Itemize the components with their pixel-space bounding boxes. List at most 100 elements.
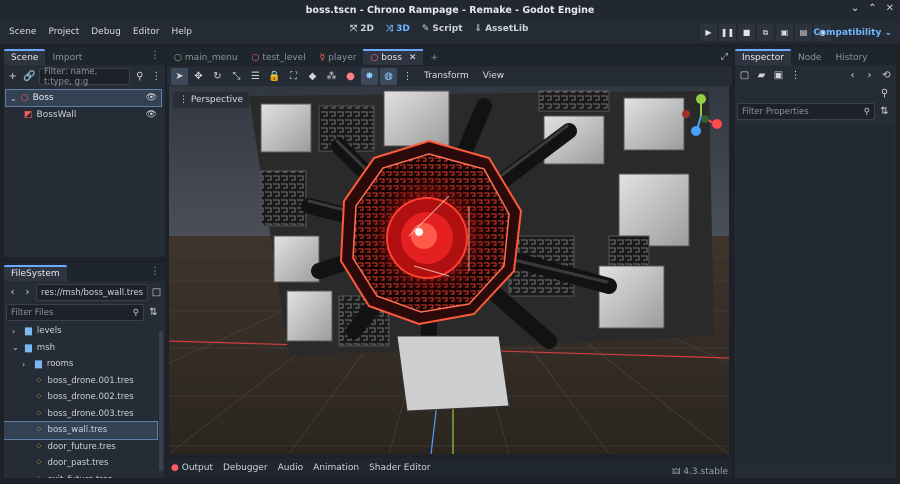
file-item[interactable]: ⁘ boss_wall.tres [4,421,158,440]
play-icon[interactable]: ▶ [700,24,717,41]
tab-test-level[interactable]: ○ test_level [245,51,313,65]
forward-icon[interactable]: › [862,68,877,83]
sun-preview-icon[interactable]: ● [342,68,359,85]
chevron-right-icon[interactable]: › [22,360,30,369]
file-item[interactable]: ⁘ boss_drone.002.tres [4,389,157,406]
open-resource-icon[interactable]: ▰ [754,68,769,83]
folder-item[interactable]: ⌄ ▆ msh [4,340,157,357]
object-properties-icon[interactable]: ⚲ [877,86,892,101]
play-scene-icon[interactable]: ▣ [776,24,793,41]
filter-properties-input[interactable]: Filter Properties ⚲ [737,103,875,120]
pause-icon[interactable]: ❚❚ [719,24,736,41]
3d-viewport[interactable]: ⋮ Perspective [169,86,729,454]
folder-item[interactable]: › ▆ levels [4,323,157,340]
stop-icon[interactable]: ■ [738,24,755,41]
instance-scene-icon[interactable]: 🔗 [23,69,37,84]
menu-editor[interactable]: Editor [127,27,166,37]
tab-debugger[interactable]: Debugger [223,463,268,473]
file-item[interactable]: ⁘ boss_drone.003.tres [4,406,157,423]
chevron-down-icon[interactable]: ⌄ [12,343,20,352]
menu-project[interactable]: Project [42,27,85,37]
scrollbar[interactable] [159,331,163,471]
new-resource-icon[interactable]: ▢ [737,68,752,83]
file-item[interactable]: ⁘ boss_drone.001.tres [4,373,157,390]
distraction-free-icon[interactable]: ⤢ [721,52,728,62]
tab-history[interactable]: History [828,51,874,65]
file-item[interactable]: ⁘ exit_future.tres [4,472,157,478]
move-tool-icon[interactable]: ✥ [190,68,207,85]
visibility-eye-icon[interactable]: 👁 [146,93,157,103]
tab-output[interactable]: ● Output [171,463,213,473]
tab-player[interactable]: ☿ player [313,51,364,65]
filesystem-filter-bar: Filter Files ⚲ ⇅ [4,304,165,323]
local-space-icon[interactable]: ◆ [304,68,321,85]
menu-help[interactable]: Help [166,27,199,37]
menu-scene[interactable]: Scene [3,27,42,37]
play-custom-icon[interactable]: ▤ [795,24,812,41]
version-label: 🜲 4.3.stable [672,467,728,477]
close-tab-icon[interactable]: ✕ [409,53,417,63]
tab-animation[interactable]: Animation [313,463,359,473]
dock-menu-icon[interactable]: ⋮ [150,50,160,61]
tab-audio[interactable]: Audio [278,463,304,473]
close-icon[interactable]: ✕ [886,3,894,14]
folder-item[interactable]: › ▆ rooms [4,356,157,373]
tab-main-menu[interactable]: ○ main_menu [167,51,245,65]
property-options-icon[interactable]: ⇅ [877,104,892,119]
view-menu[interactable]: View [477,71,510,81]
tab-import[interactable]: Import [45,51,89,65]
mode-assetlib-button[interactable]: ⇩ AssetLib [475,24,529,34]
mode-script-button[interactable]: ✎ Script [422,24,463,34]
pillar-mesh [396,335,510,412]
save-resource-icon[interactable]: ▣ [771,68,786,83]
back-icon[interactable]: ‹ [845,68,860,83]
select-tool-icon[interactable]: ➤ [171,67,188,85]
transform-menu[interactable]: Transform [418,71,475,81]
split-mode-icon[interactable]: □ [150,285,163,300]
remote-debug-icon[interactable]: ⧉ [757,24,774,41]
sort-icon[interactable]: ⇅ [146,305,161,320]
resource-options-icon[interactable]: ⋮ [788,68,803,83]
menu-debug[interactable]: Debug [85,27,127,37]
dock-menu-icon[interactable]: ⋮ [150,266,160,277]
path-field[interactable]: res://msh/boss_wall.tres [36,284,148,301]
collapse-arrow-icon[interactable]: ⌄ [10,94,17,103]
list-select-icon[interactable]: ☰ [247,68,264,85]
add-tab-button[interactable]: + [423,51,445,65]
mode-2d-button[interactable]: ⤧ 2D [350,24,374,34]
perspective-menu[interactable]: ⋮ Perspective [173,92,249,108]
filter-files-input[interactable]: Filter Files ⚲ [6,304,144,321]
file-label: boss_wall.tres [47,425,108,436]
file-item[interactable]: ⁘ door_past.tres [4,455,157,472]
world-preview-icon[interactable]: ◍ [380,67,397,85]
scene-filter-input[interactable]: Filter: name, t:type, g:g [39,67,130,87]
tab-boss[interactable]: ○ boss ✕ [363,49,424,65]
history-icon[interactable]: ⟲ [879,68,894,83]
scale-tool-icon[interactable]: ⤡ [228,68,245,85]
tab-scene[interactable]: Scene [4,49,46,65]
group-icon[interactable]: ⛶ [285,68,302,85]
back-icon[interactable]: ‹ [6,285,19,300]
tab-node[interactable]: Node [791,51,829,65]
lock-icon[interactable]: 🔒 [266,68,283,85]
snap-icon[interactable]: ⁂ [323,68,340,85]
renderer-select[interactable]: Compatibility ⌄ [813,28,892,38]
tab-filesystem[interactable]: FileSystem [4,265,67,281]
viewport-options-icon[interactable]: ⋮ [399,68,416,85]
scene-options-icon[interactable]: ⋮ [150,69,164,84]
minimize-icon[interactable]: ⌄ [851,3,859,14]
tree-node-bosswall[interactable]: ◩ BossWall 👁 [4,107,165,123]
visibility-eye-icon[interactable]: 👁 [146,110,157,120]
environment-preview-icon[interactable]: ✸ [361,67,378,85]
tab-inspector[interactable]: Inspector [735,49,791,65]
rotate-tool-icon[interactable]: ↻ [209,68,226,85]
file-item[interactable]: ⁘ door_future.tres [4,439,157,456]
forward-icon[interactable]: › [21,285,34,300]
tree-node-boss[interactable]: ⌄ ○ Boss 👁 [5,89,162,107]
mode-3d-button[interactable]: ⤨ 3D [386,24,410,34]
search-icon[interactable]: ⚲ [133,69,147,84]
chevron-right-icon[interactable]: › [12,327,20,336]
add-node-icon[interactable]: + [6,69,20,84]
tab-shader-editor[interactable]: Shader Editor [369,463,430,473]
maximize-icon[interactable]: ⌃ [868,3,876,14]
